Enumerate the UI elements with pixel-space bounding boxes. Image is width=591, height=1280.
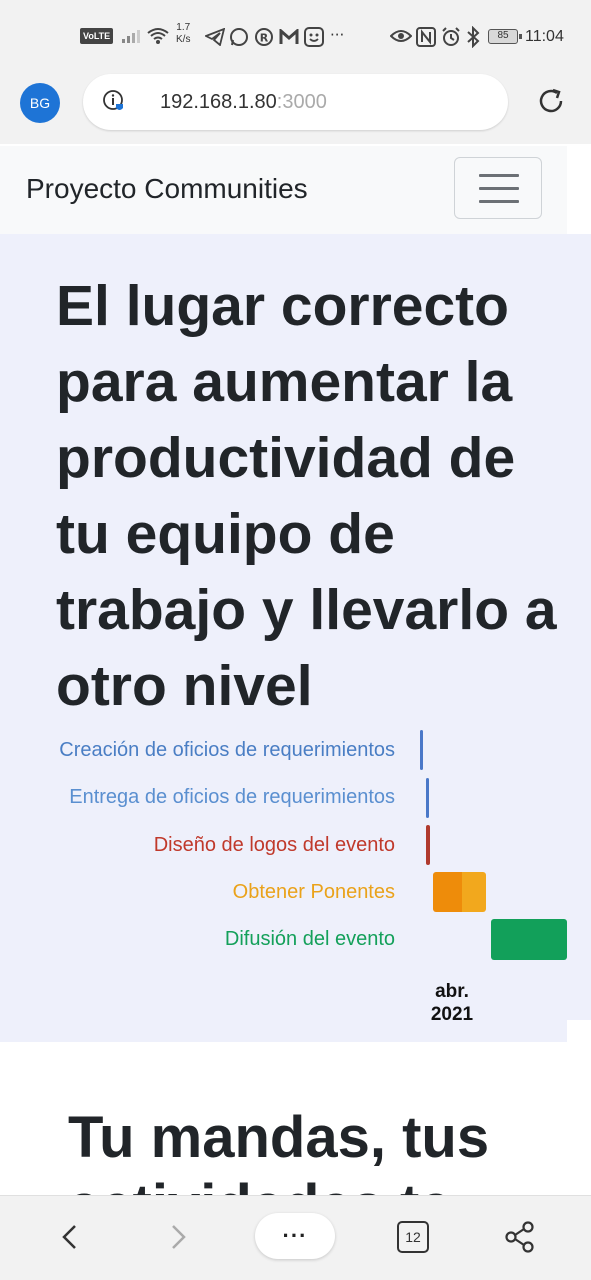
signal-icon	[122, 30, 140, 43]
hamburger-line	[479, 187, 519, 190]
task-label: Difusión del evento	[224, 928, 395, 950]
task-label: Diseño de logos del evento	[153, 834, 395, 856]
axis-label: abr.	[435, 981, 469, 1002]
battery-icon: 85	[488, 29, 522, 44]
hamburger-line	[479, 200, 519, 203]
net-speed: 1.7 K/s	[176, 22, 191, 45]
task-bar[interactable]	[425, 825, 431, 865]
task-label: Entrega de oficios de requerimientos	[69, 786, 395, 808]
timeline-chart: Creación de oficios de requerimientos En…	[0, 720, 591, 1030]
task-label: Creación de oficios de requerimientos	[59, 739, 395, 761]
telegram-icon	[205, 28, 225, 46]
navbar-brand[interactable]: Proyecto Communities	[26, 172, 308, 206]
status-bar: VoLTE 1.7 K/s R ··· 85 11:04	[0, 0, 591, 72]
hamburger-icon	[479, 174, 519, 177]
forward-icon[interactable]	[164, 1222, 192, 1252]
navbar-toggler-button[interactable]	[454, 157, 542, 219]
gmail-icon	[279, 29, 299, 44]
site-info-icon[interactable]	[102, 89, 126, 113]
task-bar[interactable]	[433, 872, 487, 912]
eye-icon	[390, 30, 412, 42]
more-dots-icon: ···	[330, 26, 345, 44]
tabs-button[interactable]: 12	[397, 1221, 429, 1253]
share-icon[interactable]	[503, 1220, 537, 1254]
wifi-icon	[147, 28, 169, 44]
profile-avatar[interactable]: BG	[20, 83, 60, 123]
bluetooth-icon	[467, 26, 480, 48]
task-bar[interactable]	[420, 730, 423, 770]
url-text[interactable]: 192.168.1.80:3000	[160, 90, 327, 114]
nfc-icon	[416, 27, 436, 47]
task-bar[interactable]	[425, 778, 429, 818]
registered-icon: R	[255, 28, 273, 46]
back-icon[interactable]	[56, 1222, 84, 1252]
axis-label: 2021	[430, 1004, 474, 1025]
face-app-icon	[304, 27, 324, 47]
svg-text:R: R	[260, 32, 269, 45]
task-label: Obtener Ponentes	[232, 881, 395, 903]
clock: 11:04	[525, 28, 564, 45]
menu-button[interactable]: ···	[255, 1213, 335, 1259]
whatsapp-icon	[230, 28, 248, 46]
task-bar[interactable]	[490, 919, 567, 960]
volte-badge: VoLTE	[80, 28, 114, 44]
alarm-icon	[442, 27, 460, 46]
reload-icon[interactable]	[535, 85, 567, 117]
hero-title: El lugar correcto para aumentar la produ…	[56, 274, 557, 718]
